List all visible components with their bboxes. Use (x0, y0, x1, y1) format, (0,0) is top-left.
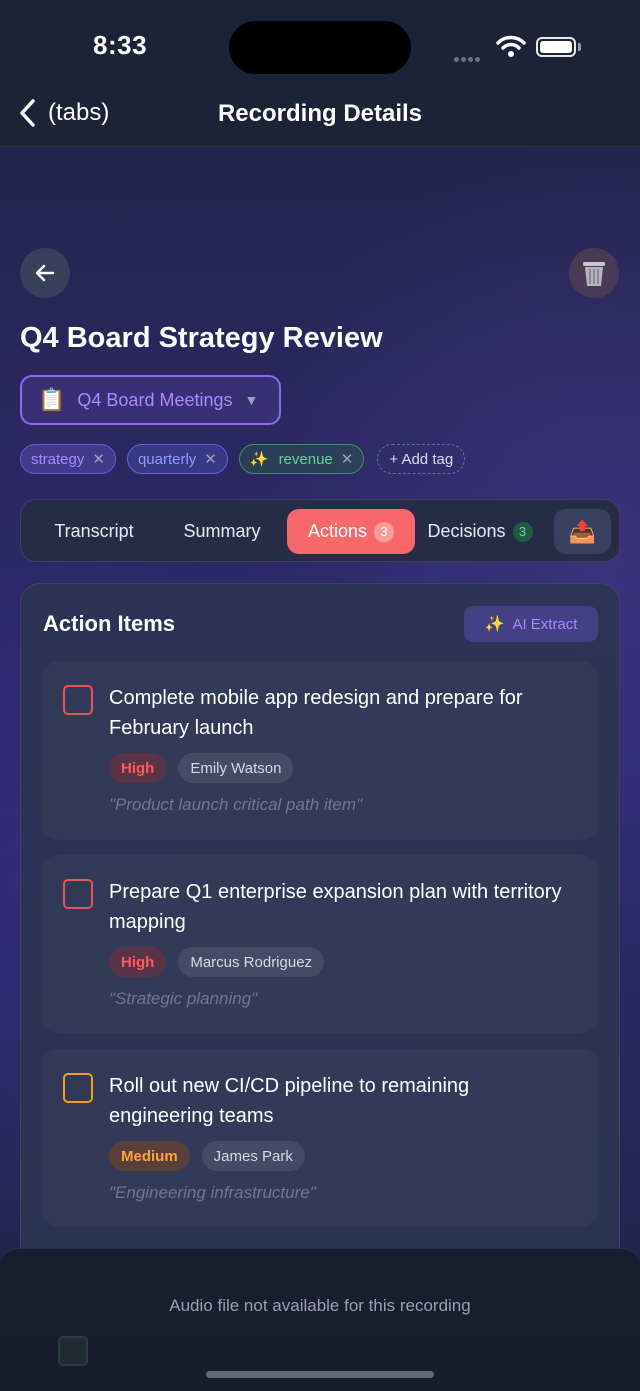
tab-label: Summary (183, 521, 261, 541)
add-tag-button[interactable]: + Add tag (377, 444, 466, 474)
tag-label: strategy (31, 450, 85, 468)
action-item: Roll out new CI/CD pipeline to remaining… (42, 1049, 598, 1227)
tag-list: strategy ✕ quarterly ✕ ✨ revenue ✕ + Add… (20, 444, 466, 474)
assignee-chip: James Park (201, 1141, 305, 1171)
close-icon[interactable]: ✕ (204, 450, 217, 468)
tab-transcript[interactable]: Transcript (33, 509, 155, 554)
count-badge: 3 (512, 521, 533, 542)
tag-chip[interactable]: ✨ revenue ✕ (238, 444, 365, 474)
priority-badge: High (109, 947, 167, 977)
battery-tip (578, 43, 581, 51)
sparkles-icon: ✨ (249, 451, 269, 468)
arrow-left-icon (35, 264, 55, 282)
cellular-signal-icon (454, 49, 482, 67)
ai-extract-label: AI Extract (512, 615, 578, 633)
close-icon[interactable]: ✕ (341, 450, 354, 468)
status-time: 8:33 (93, 30, 148, 60)
tag-label: quarterly (137, 450, 197, 468)
outbox-icon: 📤 (568, 518, 597, 544)
card-title: Action Items (43, 611, 176, 636)
folder-label: Q4 Board Meetings (77, 389, 233, 410)
priority-badge: Medium (109, 1141, 190, 1171)
tab-decisions[interactable]: Decisions 3 (419, 509, 541, 554)
assignee-chip: Emily Watson (178, 753, 294, 783)
sparkles-icon: ✨ (484, 616, 505, 633)
delete-button[interactable] (569, 248, 619, 298)
tab-actions[interactable]: Actions 3 (287, 509, 415, 554)
export-button[interactable]: 📤 (554, 509, 611, 554)
audio-unavailable-message: Audio file not available for this record… (169, 1296, 471, 1315)
action-text: Prepare Q1 enterprise expansion plan wit… (109, 881, 562, 933)
action-checkbox[interactable] (63, 1073, 93, 1103)
tab-label: Transcript (54, 521, 134, 541)
hidden-checkbox (58, 1336, 88, 1366)
close-icon[interactable]: ✕ (92, 450, 105, 468)
caret-down-icon: ▼ (244, 392, 259, 408)
priority-badge: High (109, 753, 167, 783)
action-text: Complete mobile app redesign and prepare… (109, 687, 523, 739)
action-note: "Engineering infrastructure" (109, 1183, 316, 1202)
tag-label: revenue (278, 450, 333, 468)
tag-chip[interactable]: quarterly ✕ (126, 444, 228, 474)
tab-label: Actions (307, 521, 368, 541)
ai-extract-button[interactable]: ✨ AI Extract (464, 606, 598, 642)
navigation-bar: 8:33 (tabs) Recording Details (0, 0, 640, 147)
folder-selector[interactable]: 📋 Q4 Board Meetings ▼ (20, 375, 281, 425)
action-checkbox[interactable] (63, 685, 93, 715)
action-item: Prepare Q1 enterprise expansion plan wit… (42, 855, 598, 1033)
wifi-icon (496, 34, 526, 63)
back-button[interactable] (20, 248, 70, 298)
action-note: "Strategic planning" (109, 989, 258, 1008)
count-badge: 3 (374, 521, 395, 542)
action-item: Complete mobile app redesign and prepare… (42, 661, 598, 840)
audio-player-bar (0, 1248, 640, 1391)
action-note: "Product launch critical path item" (109, 795, 363, 814)
trash-icon (583, 262, 605, 286)
dynamic-island (229, 21, 411, 74)
assignee-chip: Marcus Rodriguez (178, 947, 325, 977)
section-tabs: Transcript Summary Actions 3 Decisions 3… (20, 499, 620, 562)
clipboard-icon: 📋 (38, 387, 66, 412)
action-text: Roll out new CI/CD pipeline to remaining… (109, 1075, 470, 1127)
action-checkbox[interactable] (63, 879, 93, 909)
tab-label: Decisions (427, 521, 506, 541)
tag-chip[interactable]: strategy ✕ (20, 444, 116, 474)
home-indicator[interactable] (206, 1371, 434, 1378)
nav-title: Recording Details (217, 100, 423, 127)
tab-summary[interactable]: Summary (161, 509, 283, 554)
recording-title: Q4 Board Strategy Review (20, 322, 383, 354)
action-items-card: Action Items ✨ AI Extract Complete mobil… (20, 583, 620, 1283)
battery-icon (536, 37, 576, 57)
